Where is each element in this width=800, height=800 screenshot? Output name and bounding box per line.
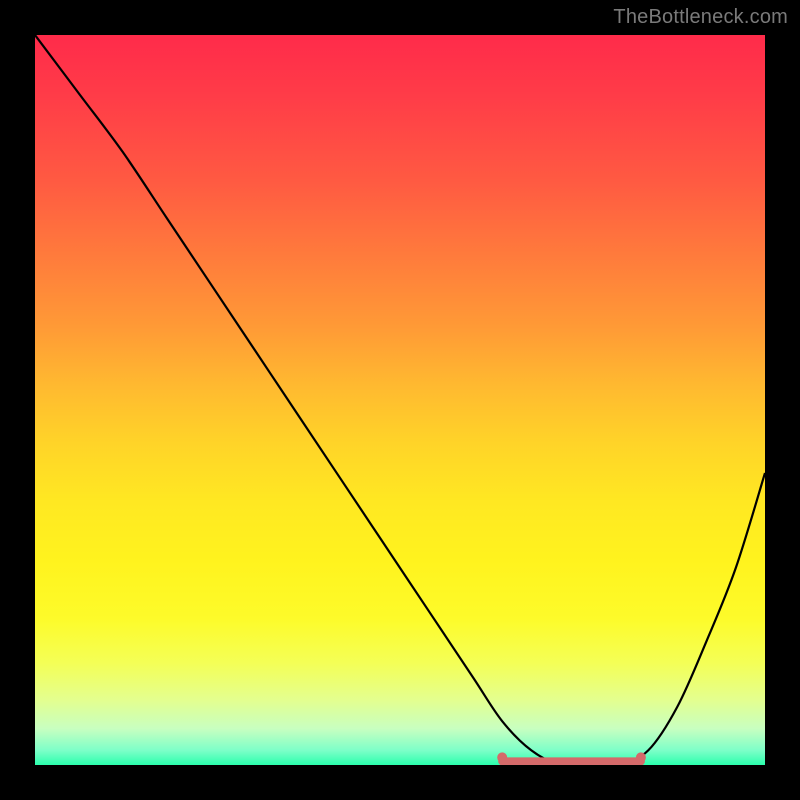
watermark-text: TheBottleneck.com (613, 6, 788, 29)
bottleneck-curve (35, 35, 765, 765)
chart-frame: TheBottleneck.com (0, 0, 800, 800)
plot-area (35, 35, 765, 765)
curve-path (35, 35, 765, 765)
